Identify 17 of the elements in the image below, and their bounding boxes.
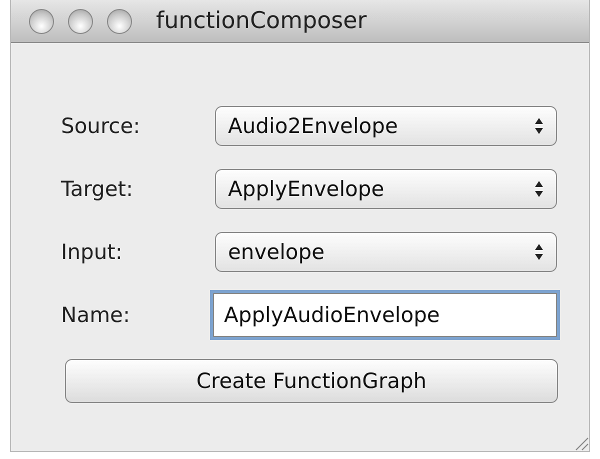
- name-field[interactable]: ApplyAudioEnvelope: [213, 293, 557, 337]
- field-label: Name:: [61, 303, 132, 327]
- stepper-arrows-icon: [534, 180, 544, 198]
- zoom-icon[interactable]: [107, 8, 132, 34]
- close-icon[interactable]: [29, 8, 54, 34]
- resize-grip-icon[interactable]: [573, 435, 589, 451]
- create-button[interactable]: Create FunctionGraph: [65, 359, 558, 403]
- popup-menu[interactable]: Audio2Envelope: [215, 106, 557, 146]
- field-label: Source:: [61, 114, 142, 138]
- stepper-arrows-icon: [534, 243, 544, 261]
- field-label: Input:: [61, 240, 124, 264]
- field-label: Target:: [61, 177, 134, 201]
- minimize-icon[interactable]: [68, 8, 93, 34]
- popup-menu[interactable]: envelope: [215, 232, 557, 272]
- stepper-arrows-icon: [534, 117, 544, 135]
- popup-menu[interactable]: ApplyEnvelope: [215, 169, 557, 209]
- window-title: functionComposer: [156, 8, 367, 34]
